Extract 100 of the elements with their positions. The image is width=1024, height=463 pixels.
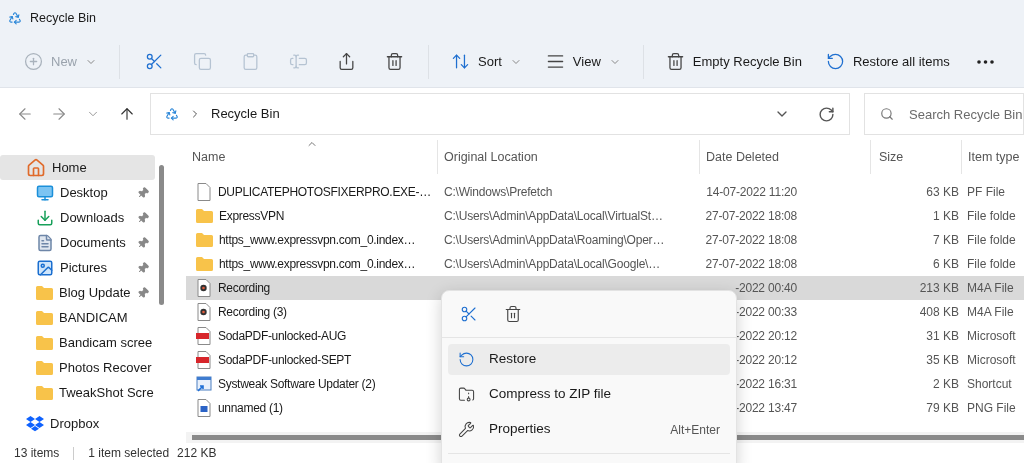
scrollbar-thumb[interactable] <box>159 165 164 305</box>
download-icon <box>36 208 54 227</box>
table-cell: 31 KB <box>926 329 959 344</box>
table-cell: PF File <box>967 185 1005 200</box>
file-name[interactable]: unnamed (1) <box>218 399 283 418</box>
document-icon <box>36 233 54 252</box>
shortcut-icon <box>196 375 212 394</box>
file-name[interactable]: Recording (3) <box>218 303 287 322</box>
sidebar-item[interactable]: Blog Update <box>0 280 155 305</box>
table-cell: 7 KB <box>933 233 959 248</box>
rename-icon <box>288 52 308 71</box>
sidebar-item[interactable]: Desktop <box>0 180 155 205</box>
table-cell: -2022 13:47 <box>735 401 797 416</box>
sort-icon <box>451 52 470 71</box>
image-file-icon <box>196 399 212 418</box>
table-cell: C:\Users\Admin\AppData\Local\VirtualSt… <box>444 209 663 224</box>
sidebar-item[interactable]: Dropbox <box>0 411 155 436</box>
sidebar-item[interactable]: Photos Recover <box>0 355 155 380</box>
sidebar-item[interactable]: Pictures <box>0 255 155 280</box>
window-title: Recycle Bin <box>30 9 96 27</box>
trash-icon <box>384 52 404 71</box>
folder-icon <box>196 257 213 272</box>
table-cell: File folde <box>967 233 1016 248</box>
more-icon <box>977 59 995 64</box>
table-cell: Shortcut <box>967 377 1012 392</box>
address-bar[interactable]: Recycle Bin <box>150 93 850 135</box>
status-text: 13 items <box>14 445 60 462</box>
table-cell: Microsoft <box>967 329 1016 344</box>
file-name[interactable]: https_www.expressvpn.com_0.index… <box>219 231 416 250</box>
toolbar-button[interactable]: Empty Recycle Bin <box>655 44 812 79</box>
toolbar-button[interactable]: Sort <box>441 44 532 79</box>
column-header[interactable]: Size <box>879 147 904 167</box>
search-field[interactable]: Search Recycle Bin <box>864 93 1024 135</box>
plus-circle-icon <box>24 52 43 71</box>
house-icon <box>26 157 46 178</box>
sidebar-item[interactable]: Downloads <box>0 205 155 230</box>
column-header[interactable]: Original Location <box>444 147 538 167</box>
table-cell: 63 KB <box>926 185 959 200</box>
search-icon <box>880 107 894 121</box>
file-name[interactable]: https_www.expressvpn.com_0.index… <box>219 255 416 274</box>
file-name[interactable]: ExpressVPN <box>219 207 285 226</box>
picture-icon <box>36 258 54 277</box>
recycle-bin-icon <box>8 11 22 25</box>
file-name[interactable]: SodaPDF-unlocked-SEPT <box>218 351 352 370</box>
table-cell: 27-07-2022 18:08 <box>705 257 797 272</box>
sidebar-item[interactable]: BANDICAM <box>0 305 155 330</box>
table-cell: 14-07-2022 11:20 <box>706 185 797 200</box>
file-name[interactable]: DUPLICATEPHOTOSFIXERPRO.EXE-… <box>218 183 431 202</box>
table-cell: 408 KB <box>919 305 959 320</box>
sidebar-item[interactable]: Documents <box>0 230 155 255</box>
forward-icon <box>50 105 68 123</box>
copy-icon <box>192 52 212 71</box>
table-cell: 27-07-2022 18:08 <box>705 233 797 248</box>
table-cell: -2022 16:31 <box>735 377 797 392</box>
menu-item[interactable]: Compress to ZIP file <box>448 379 730 410</box>
column-header[interactable]: Name <box>192 147 226 167</box>
table-cell: Microsoft <box>967 353 1016 368</box>
sidebar-item[interactable]: Bandicam scree <box>0 330 155 355</box>
column-header[interactable]: Item type <box>968 147 1020 167</box>
folder-icon <box>196 233 213 248</box>
audio-file-icon <box>196 279 212 298</box>
restore-icon <box>825 52 845 71</box>
scissors-icon <box>144 52 164 71</box>
file-icon <box>196 183 212 202</box>
toolbar-button[interactable]: Restore all items <box>815 44 960 79</box>
table-cell: C:\Users\Admin\AppData\Local\Google\… <box>444 257 661 272</box>
file-name[interactable]: SodaPDF-unlocked-AUG <box>218 327 347 346</box>
refresh-icon <box>818 105 835 123</box>
sidebar-item[interactable]: Home <box>0 155 155 180</box>
file-name[interactable]: Recording <box>218 279 270 298</box>
folder-icon <box>36 335 53 350</box>
trash-icon <box>504 305 522 323</box>
table-cell: M4A File <box>967 281 1014 296</box>
table-cell: 2 KB <box>933 377 959 392</box>
table-cell: -2022 00:40 <box>735 281 797 296</box>
toolbar-button[interactable]: View <box>535 44 631 79</box>
lines-icon <box>545 52 565 71</box>
table-cell: -2022 00:33 <box>735 305 797 320</box>
table-cell: -2022 20:12 <box>735 329 797 344</box>
table-cell: File folde <box>967 209 1016 224</box>
pdf-file-icon <box>196 327 212 346</box>
back-icon <box>16 105 34 123</box>
table-cell: 1 KB <box>933 209 959 224</box>
recycle-bin-icon <box>165 107 179 121</box>
table-cell: C:\Users\Admin\AppData\Roaming\Oper… <box>444 233 665 248</box>
table-cell: 213 KB <box>919 281 959 296</box>
pdf-file-icon <box>196 351 212 370</box>
menu-item[interactable]: Properties Alt+Enter <box>448 414 730 445</box>
sidebar-item[interactable]: TweakShot Scre <box>0 380 155 405</box>
scissors-icon <box>460 305 478 323</box>
audio-file-icon <box>196 303 212 322</box>
zip-folder-icon <box>458 386 475 403</box>
file-name[interactable]: Systweak Software Updater (2) <box>218 375 376 394</box>
folder-icon <box>196 209 213 224</box>
folder-icon <box>36 310 53 325</box>
wrench-icon <box>458 421 475 438</box>
menu-item[interactable]: Restore <box>448 344 730 375</box>
table-cell: 6 KB <box>933 257 959 272</box>
column-header[interactable]: Date Deleted <box>706 147 779 167</box>
table-cell: PNG File <box>967 401 1016 416</box>
